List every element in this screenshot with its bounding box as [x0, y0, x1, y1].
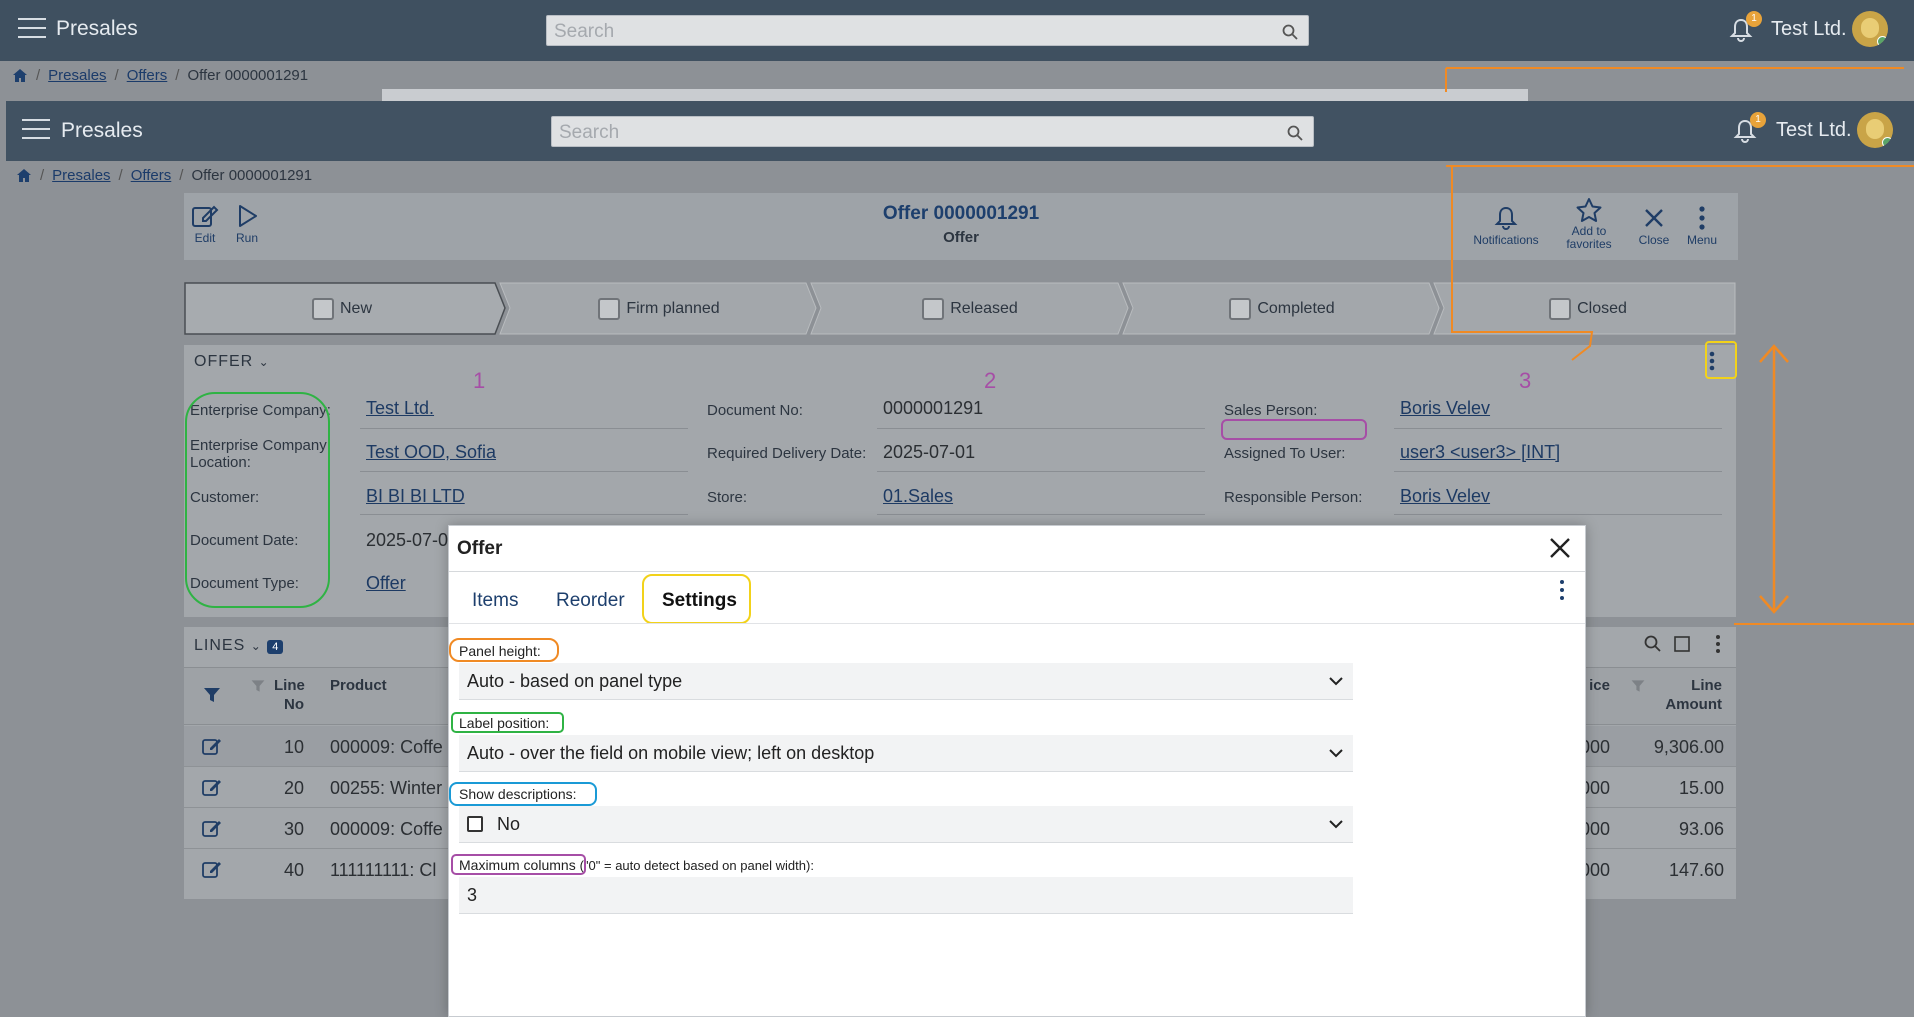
close-icon[interactable]	[1547, 535, 1573, 561]
user-avatar[interactable]	[1852, 11, 1888, 47]
hamburger-menu-icon[interactable]	[22, 119, 50, 141]
field-label: Assigned To User:	[1224, 445, 1346, 462]
max-columns-input[interactable]: 3	[459, 877, 1353, 914]
plane-icon	[922, 297, 945, 320]
more-vertical-icon[interactable]	[1714, 634, 1722, 654]
step-new[interactable]: New	[184, 282, 500, 335]
column-header-line-no[interactable]: Line No	[274, 676, 305, 714]
lines-section-title[interactable]: LINES ⌄ 4	[194, 637, 284, 655]
required-delivery-date-value: 2025-07-01	[883, 442, 976, 462]
label-position-select[interactable]: Auto - over the field on mobile view; le…	[459, 735, 1353, 772]
chevron-down-icon	[1329, 749, 1343, 758]
breadcrumb-current: Offer 0000001291	[191, 167, 313, 184]
filter-icon[interactable]	[250, 678, 266, 694]
app-name: Presales	[61, 119, 143, 142]
check-icon	[1229, 297, 1252, 320]
max-columns-label: Maximum columns ("0" = auto detect based…	[459, 857, 814, 873]
step-released[interactable]: Released	[817, 282, 1123, 335]
breadcrumb-background: / Presales / Offers / Offer 0000001291	[12, 67, 308, 84]
chevron-down-icon	[1329, 820, 1343, 829]
breadcrumb-offers[interactable]: Offers	[127, 67, 168, 84]
label-position-label: Label position:	[459, 715, 550, 731]
document-type-value[interactable]: Offer	[366, 573, 406, 594]
offer-section-title[interactable]: OFFER ⌄	[194, 353, 270, 371]
gear-icon	[311, 297, 334, 320]
background-modal-edge	[382, 89, 1528, 101]
show-descriptions-label: Show descriptions:	[459, 786, 577, 802]
pin-icon	[598, 297, 621, 320]
field-label: Customer:	[190, 489, 260, 506]
search-placeholder: Search	[559, 122, 620, 143]
filter-icon[interactable]	[1630, 678, 1646, 694]
search-input[interactable]: Search	[551, 116, 1314, 147]
modal-more-icon[interactable]	[1559, 580, 1565, 604]
field-label: Enterprise Company:	[190, 402, 331, 419]
breadcrumb: / Presales / Offers / Offer 0000001291	[16, 167, 312, 184]
column-header-product[interactable]: Product	[330, 676, 387, 695]
hamburger-menu-icon[interactable]	[18, 18, 46, 40]
checkbox[interactable]	[467, 816, 483, 832]
edit-row-icon[interactable]	[202, 818, 222, 838]
chevron-down-icon	[1329, 677, 1343, 686]
search-icon[interactable]	[1287, 125, 1303, 141]
breadcrumb-presales[interactable]: Presales	[48, 67, 106, 84]
field-label: Document No:	[707, 402, 803, 419]
column-number-2: 2	[984, 368, 997, 393]
search-input[interactable]: Search	[546, 15, 1309, 46]
enterprise-company-value[interactable]: Test Ltd.	[366, 398, 434, 419]
field-label: Document Date:	[190, 532, 299, 549]
search-placeholder: Search	[554, 21, 615, 42]
document-no-value: 0000001291	[883, 398, 984, 418]
field-label: Responsible Person:	[1224, 489, 1363, 506]
notification-badge: 1	[1746, 11, 1762, 27]
search-icon[interactable]	[1644, 635, 1662, 653]
show-descriptions-select[interactable]: No	[459, 806, 1353, 843]
home-icon[interactable]	[16, 168, 32, 183]
filter-icon[interactable]	[202, 685, 222, 705]
app-name: Presales	[56, 17, 138, 40]
field-label: Document Type:	[190, 575, 299, 592]
step-firm-planned[interactable]: Firm planned	[506, 282, 812, 335]
field-label: Enterprise Company Location:	[190, 437, 327, 471]
search-icon[interactable]	[1282, 24, 1298, 40]
panel-height-label: Panel height:	[459, 643, 541, 659]
settings-modal: Offer Items Reorder Settings Panel heigh…	[448, 525, 1586, 1017]
edit-row-icon[interactable]	[202, 736, 222, 756]
field-label: Required Delivery Date:	[707, 445, 867, 462]
column-number-1: 1	[473, 368, 486, 393]
breadcrumb-current: Offer 0000001291	[187, 67, 309, 84]
modal-title: Offer	[457, 538, 503, 559]
column-header-line-amount[interactable]: Line Amount	[1654, 676, 1722, 714]
enterprise-location-value[interactable]: Test OOD, Sofia	[366, 442, 496, 463]
tab-items[interactable]: Items	[472, 590, 518, 612]
step-completed[interactable]: Completed	[1129, 282, 1435, 335]
company-name[interactable]: Test Ltd.	[1771, 18, 1847, 41]
store-value[interactable]: 01.Sales	[883, 486, 953, 507]
breadcrumb-offers[interactable]: Offers	[131, 167, 172, 184]
field-label: Sales Person:	[1224, 402, 1318, 419]
home-icon[interactable]	[12, 68, 28, 83]
tab-settings[interactable]: Settings	[662, 590, 737, 612]
lines-count-badge: 4	[267, 640, 284, 654]
panel-height-select[interactable]: Auto - based on panel type	[459, 663, 1353, 700]
document-date-value: 2025-07-0	[366, 530, 449, 550]
breadcrumb-presales[interactable]: Presales	[52, 167, 110, 184]
customer-value[interactable]: BI BI BI LTD	[366, 486, 465, 507]
tab-reorder[interactable]: Reorder	[556, 590, 625, 612]
field-label: Store:	[707, 489, 748, 506]
edit-row-icon[interactable]	[202, 777, 222, 797]
select-all-icon[interactable]	[1674, 636, 1690, 652]
top-header-background: Presales Search 1 Test Ltd.	[0, 0, 1914, 61]
edit-row-icon[interactable]	[202, 859, 222, 879]
